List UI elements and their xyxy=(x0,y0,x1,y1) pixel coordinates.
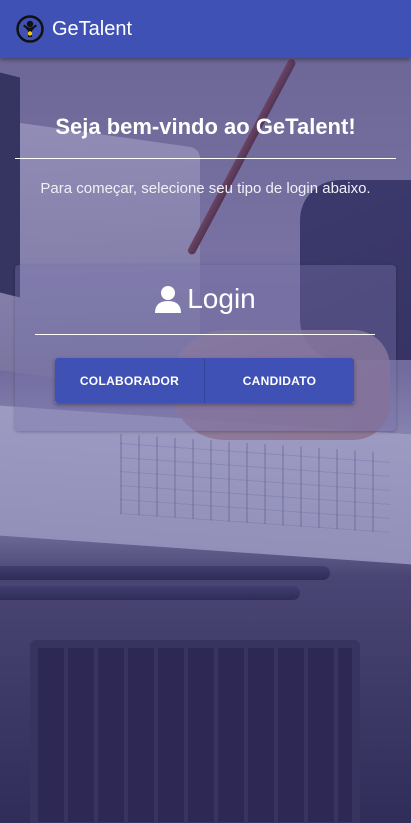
heading-divider xyxy=(15,158,396,159)
login-title: Login xyxy=(187,283,256,314)
welcome-subtitle: Para começar, selecione seu tipo de logi… xyxy=(40,180,371,197)
login-card: Login COLABORADOR CANDIDATO xyxy=(15,265,396,431)
colaborador-button[interactable]: COLABORADOR xyxy=(55,358,205,403)
app-title: GeTalent xyxy=(52,17,133,40)
app-bar: GeTalent xyxy=(0,0,411,58)
welcome-heading: Seja bem-vindo ao GeTalent! xyxy=(55,114,356,139)
login-header: Login xyxy=(15,283,396,315)
getalent-logo-icon xyxy=(16,15,44,43)
login-divider xyxy=(35,334,375,335)
login-type-button-group: COLABORADOR CANDIDATO xyxy=(55,358,354,403)
user-icon xyxy=(155,286,182,313)
candidato-button[interactable]: CANDIDATO xyxy=(205,358,354,403)
